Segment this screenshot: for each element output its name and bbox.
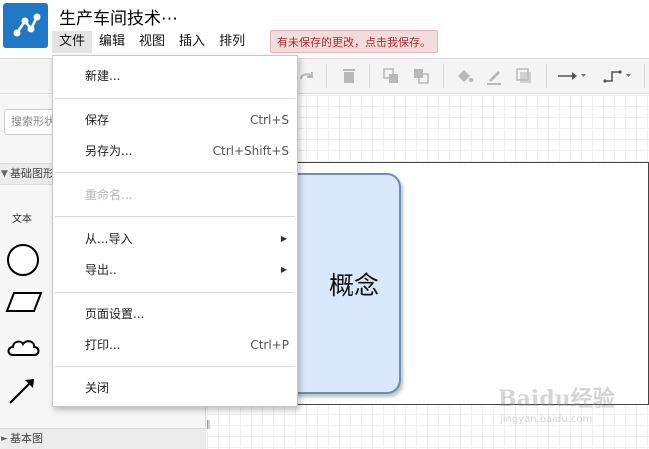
collapse-caret-icon: ▼ bbox=[1, 169, 8, 179]
circle-shape-icon[interactable] bbox=[5, 242, 41, 278]
expand-caret-icon: ► bbox=[1, 434, 8, 444]
menu-insert[interactable]: 插入 bbox=[172, 31, 212, 53]
shadow-icon[interactable] bbox=[514, 66, 534, 86]
menu-item-new-label: 新建... bbox=[85, 69, 121, 83]
fill-color-icon[interactable] bbox=[454, 66, 474, 86]
connection-arrow-icon[interactable] bbox=[556, 66, 592, 86]
save-as-shortcut: Ctrl+Shift+S bbox=[212, 144, 289, 158]
menu-item-import-from[interactable]: 从...导入 ▶ bbox=[53, 225, 297, 253]
watermark-main-text: Baidu经验 bbox=[498, 386, 615, 412]
menu-arrange[interactable]: 排列 bbox=[212, 31, 252, 53]
menu-item-save-as[interactable]: 另存为... Ctrl+Shift+S bbox=[53, 137, 297, 165]
menu-item-export-label: 导出.. bbox=[85, 263, 117, 277]
watermark: Baidu经验 jingyan.baidu.com bbox=[498, 381, 648, 445]
menu-item-save-as-label: 另存为... bbox=[85, 144, 133, 158]
menu-item-page-setup[interactable]: 页面设置... bbox=[53, 300, 297, 328]
menu-item-rename-label: 重命名... bbox=[85, 188, 133, 202]
menu-file[interactable]: 文件 bbox=[52, 31, 93, 53]
watermark-sub-text: jingyan.baidu.com bbox=[500, 414, 593, 425]
menu-item-close-label: 关闭 bbox=[85, 381, 110, 395]
cloud-shape-icon[interactable] bbox=[5, 335, 41, 361]
menu-item-import-label: 从...导入 bbox=[85, 232, 133, 246]
shape-text-label[interactable]: 文本 bbox=[12, 210, 32, 225]
palette-general-label: 基础图形 bbox=[10, 167, 54, 180]
waypoint-icon[interactable] bbox=[602, 66, 638, 86]
menu-item-rename: 重命名... bbox=[53, 181, 297, 209]
palette-basic-header[interactable]: ► 基本图 bbox=[0, 428, 206, 449]
submenu-arrow-icon: ▶ bbox=[280, 265, 287, 274]
save-shortcut: Ctrl+S bbox=[249, 113, 289, 127]
menu-item-save-label: 保存 bbox=[85, 113, 110, 127]
menu-item-save[interactable]: 保存 Ctrl+S bbox=[53, 106, 297, 134]
submenu-arrow-icon: ▶ bbox=[280, 234, 287, 243]
delete-icon[interactable] bbox=[339, 66, 359, 86]
file-menu-dropdown: 新建... 保存 Ctrl+S 另存为... Ctrl+Shift+S 重命名.… bbox=[52, 55, 298, 407]
palette-basic-label: 基本图 bbox=[10, 432, 43, 445]
concept-shape-label: 概念 bbox=[328, 270, 379, 300]
document-title[interactable]: 生产车间技术⋯ bbox=[59, 4, 178, 29]
menu-view[interactable]: 视图 bbox=[132, 31, 172, 53]
app-logo bbox=[3, 3, 48, 48]
menubar: 文件 编辑 视图 插入 排列 bbox=[52, 31, 252, 53]
print-shortcut: Ctrl+P bbox=[250, 338, 289, 352]
menu-item-close[interactable]: 关闭 bbox=[53, 374, 297, 402]
parallelogram-shape-icon[interactable] bbox=[4, 290, 44, 314]
sidebar-splitter-handle[interactable]: ‖ bbox=[206, 420, 211, 430]
to-back-icon[interactable] bbox=[411, 66, 431, 86]
arrow-shape-icon[interactable] bbox=[6, 375, 38, 407]
menu-item-page-setup-label: 页面设置... bbox=[85, 307, 145, 321]
to-front-icon[interactable] bbox=[381, 66, 401, 86]
line-color-icon[interactable] bbox=[484, 66, 504, 86]
unsaved-changes-notice[interactable]: 有未保存的更改，点击我保存。 bbox=[270, 30, 438, 53]
menu-item-print-label: 打印... bbox=[85, 338, 121, 352]
redo-icon[interactable] bbox=[296, 66, 316, 86]
menu-item-export[interactable]: 导出.. ▶ bbox=[53, 256, 297, 284]
menu-item-print[interactable]: 打印... Ctrl+P bbox=[53, 331, 297, 359]
diagram-logo-icon bbox=[13, 13, 41, 37]
menu-item-new[interactable]: 新建... bbox=[53, 62, 297, 90]
menu-edit[interactable]: 编辑 bbox=[92, 31, 132, 53]
